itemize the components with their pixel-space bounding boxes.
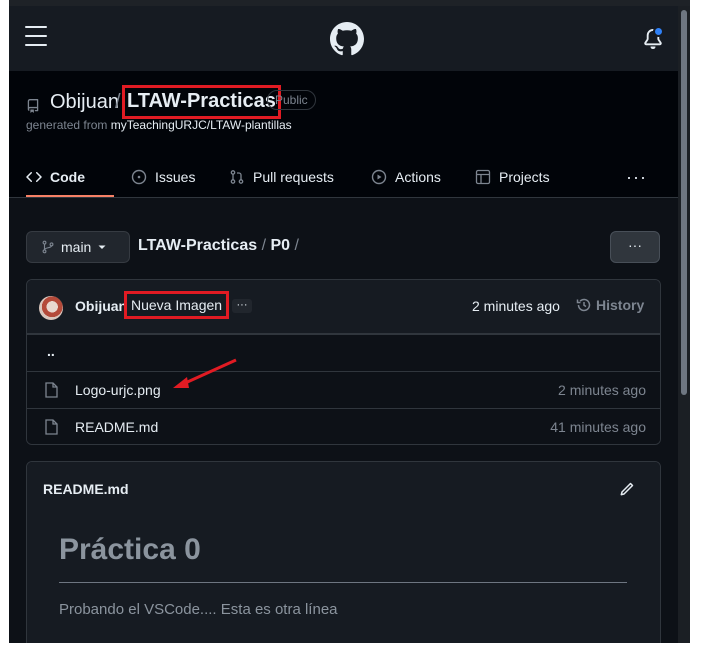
tab-actions-label: Actions xyxy=(395,169,441,185)
history-link[interactable]: History xyxy=(576,297,644,313)
repo-owner-link[interactable]: Obijuan xyxy=(50,91,119,114)
play-icon xyxy=(371,169,387,185)
tab-actions[interactable]: Actions xyxy=(371,155,441,199)
latest-commit-row: Obijuan Nueva Imagen ··· 2 minutes ago H… xyxy=(27,280,660,334)
tab-projects-label: Projects xyxy=(499,169,550,185)
caret-down-icon xyxy=(98,245,106,249)
global-header xyxy=(9,6,678,71)
issue-circle-icon xyxy=(131,169,147,185)
notification-indicator xyxy=(653,26,664,37)
file-name-link[interactable]: README.md xyxy=(75,419,158,435)
readme-content: Práctica 0 Probando el VSCode.... Esta e… xyxy=(27,516,660,643)
tab-issues-label: Issues xyxy=(155,169,196,185)
annotation-arrow xyxy=(173,358,237,388)
tab-code-label: Code xyxy=(50,169,85,185)
commit-author-link[interactable]: Obijuan xyxy=(75,298,127,314)
commit-message-link[interactable]: Nueva Imagen xyxy=(124,291,230,319)
tab-pull-requests-label: Pull requests xyxy=(253,169,334,185)
pencil-icon[interactable] xyxy=(619,481,635,497)
tab-code[interactable]: Code xyxy=(26,155,85,199)
breadcrumb: LTAW-Practicas / P0 / xyxy=(138,237,299,255)
generated-from-text: generated from myTeachingURJC/LTAW-plant… xyxy=(26,118,292,132)
file-name-link[interactable]: Logo-urjc.png xyxy=(75,382,161,398)
code-icon xyxy=(26,171,42,183)
history-icon xyxy=(576,298,591,312)
file-list: Obijuan Nueva Imagen ··· 2 minutes ago H… xyxy=(26,279,661,445)
readme-heading: Práctica 0 xyxy=(59,533,201,566)
browser-viewport: Obijuan / LTAW-Practicas Public generate… xyxy=(9,6,690,643)
branch-selector[interactable]: main xyxy=(26,231,130,263)
file-actions-menu-button[interactable]: ··· xyxy=(610,231,660,263)
hamburger-icon[interactable] xyxy=(25,26,49,46)
visibility-badge: Public xyxy=(267,90,316,110)
generated-prefix: generated from xyxy=(26,118,111,132)
branch-icon xyxy=(42,240,54,254)
heading-divider xyxy=(59,582,627,583)
history-label: History xyxy=(596,297,645,313)
github-logo-icon[interactable] xyxy=(330,22,364,56)
file-commit-time: 41 minutes ago xyxy=(550,419,646,435)
tab-issues[interactable]: Issues xyxy=(131,155,195,199)
file-commit-time: 2 minutes ago xyxy=(558,382,646,398)
repo-header: Obijuan / LTAW-Practicas Public generate… xyxy=(9,71,678,198)
commit-time: 2 minutes ago xyxy=(472,298,560,314)
scrollbar-thumb[interactable] xyxy=(681,10,687,395)
vertical-scrollbar[interactable] xyxy=(678,6,690,643)
breadcrumb-repo-link[interactable]: LTAW-Practicas xyxy=(138,237,257,254)
file-icon xyxy=(45,382,58,398)
active-tab-indicator xyxy=(26,195,114,197)
breadcrumb-folder: P0 xyxy=(270,237,291,254)
table-icon xyxy=(475,169,491,185)
readme-filename[interactable]: README.md xyxy=(43,481,129,497)
repo-name-link[interactable]: LTAW-Practicas xyxy=(122,85,281,119)
repo-icon xyxy=(27,99,39,113)
readme-panel: README.md Práctica 0 Probando el VSCode.… xyxy=(26,461,661,643)
template-repo-link[interactable]: myTeachingURJC/LTAW-plantillas xyxy=(111,118,292,132)
tab-pull-requests[interactable]: Pull requests xyxy=(229,155,334,199)
parent-directory-row[interactable]: .. xyxy=(27,334,660,371)
breadcrumb-separator: / xyxy=(257,237,271,254)
readme-header: README.md xyxy=(27,462,660,516)
pull-request-icon xyxy=(230,170,244,184)
owner-repo-separator: / xyxy=(115,91,121,113)
table-row[interactable]: Logo-urjc.png 2 minutes ago xyxy=(27,371,660,408)
readme-paragraph: Probando el VSCode.... Esta es otra líne… xyxy=(59,601,338,618)
avatar[interactable] xyxy=(39,296,63,320)
file-icon xyxy=(45,419,58,435)
table-row[interactable]: README.md 41 minutes ago xyxy=(27,408,660,444)
parent-directory-link[interactable]: .. xyxy=(47,343,55,359)
breadcrumb-separator-trailing: / xyxy=(290,237,299,254)
branch-name: main xyxy=(61,239,92,255)
tab-projects[interactable]: Projects xyxy=(475,155,550,199)
commit-expand-button[interactable]: ··· xyxy=(232,299,252,313)
more-tabs-button[interactable]: ··· xyxy=(626,167,647,188)
